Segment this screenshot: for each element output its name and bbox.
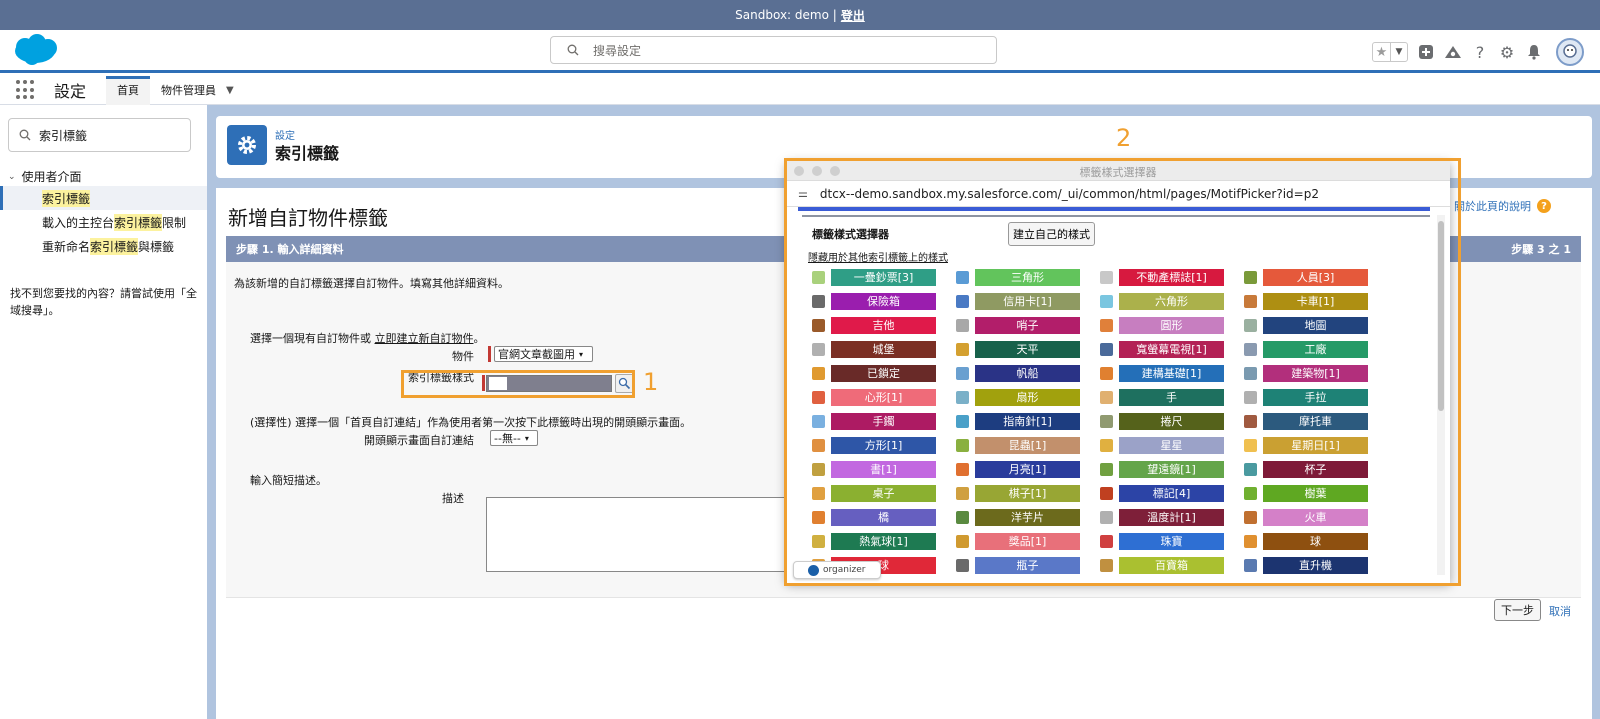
chevron-down-icon: ▾: [524, 433, 529, 443]
help-link[interactable]: 關於此頁的說明 ?: [1454, 198, 1551, 214]
description-label: 描述: [442, 492, 464, 505]
header-utilities: ★ ▼ ? ⚙: [1372, 38, 1584, 66]
step-title: 步驟 1. 輸入詳細資料: [236, 243, 344, 256]
help-link-label: 關於此頁的說明: [1454, 200, 1531, 213]
chevron-down-icon[interactable]: ⌄: [8, 172, 16, 182]
create-new-object-link[interactable]: 立即建立新自訂物件: [375, 332, 474, 345]
splash-select-value: --無--: [494, 432, 521, 445]
organizer-label: organizer: [823, 565, 866, 575]
help-icon: ?: [1537, 199, 1551, 213]
salesforce-logo[interactable]: [10, 33, 60, 67]
sidebar-item-label-highlight: 索引標籤: [114, 213, 163, 231]
global-search-input[interactable]: 搜尋設定: [550, 36, 997, 64]
sidebar-item-label-before: 載入的主控台: [42, 215, 115, 230]
tab-object-manager[interactable]: 物件管理員 ▼: [150, 76, 245, 105]
search-icon: [567, 44, 579, 56]
sidebar-item-label: 索引標籤: [42, 189, 91, 207]
bell-icon[interactable]: [1525, 43, 1543, 61]
favorites-group: ★ ▼: [1372, 42, 1408, 62]
sandbox-bar: Sandbox: demo | 登出: [0, 0, 1600, 30]
annotation-number-2: 2: [1116, 124, 1132, 152]
help-icon[interactable]: ?: [1471, 43, 1489, 62]
app-nav-bar: 設定 首頁 物件管理員 ▼: [0, 75, 1600, 105]
sidebar-item-label-after: 限制: [162, 215, 187, 230]
tree-section-user-interface[interactable]: ⌄ 使用者介面: [8, 168, 82, 185]
logout-link[interactable]: 登出: [841, 7, 865, 24]
next-button[interactable]: 下一步: [1494, 599, 1541, 621]
app-name: 設定: [54, 82, 87, 101]
chevron-down-icon[interactable]: ▼: [226, 85, 234, 96]
description-prompt: 輸入簡短描述。: [250, 474, 327, 487]
choose-prefix: 選擇一個現有自訂物件或: [250, 332, 371, 345]
annotation-box-1: [401, 370, 635, 398]
chevron-down-icon[interactable]: ▼: [1390, 43, 1407, 61]
splash-select[interactable]: --無-- ▾: [490, 430, 538, 446]
choose-suffix: 。: [473, 332, 485, 345]
sandbox-label: Sandbox: demo |: [735, 8, 837, 22]
chevron-down-icon: ▾: [579, 349, 584, 359]
tree-section-label: 使用者介面: [21, 170, 82, 184]
sidebar-item-label-before: 重新命名: [42, 239, 91, 254]
annotation-box-2: [784, 158, 1461, 586]
gear-icon[interactable]: ⚙: [1498, 43, 1516, 62]
star-icon[interactable]: ★: [1373, 43, 1390, 61]
object-label: 物件: [452, 350, 474, 363]
choose-object-text: 選擇一個現有自訂物件或 立即建立新自訂物件。: [250, 330, 485, 346]
organizer-extension-badge[interactable]: organizer: [793, 561, 881, 579]
sidebar-item-console-tab-limits[interactable]: 載入的主控台 索引標籤 限制: [0, 210, 207, 234]
avatar[interactable]: [1556, 38, 1584, 66]
quick-find-input[interactable]: 索引標籤: [8, 118, 191, 152]
gear-icon: [227, 125, 267, 165]
global-header: 搜尋設定 ★ ▼ ? ⚙: [0, 30, 1600, 73]
splash-label: 開頭顯示畫面自訂連結: [364, 434, 474, 447]
required-indicator: [488, 346, 491, 362]
trailhead-icon[interactable]: [1444, 43, 1462, 61]
object-select-value: 官網文章截圖用: [498, 348, 575, 361]
annotation-number-1: 1: [643, 368, 659, 396]
search-placeholder: 搜尋設定: [593, 43, 642, 58]
tab-object-manager-label: 物件管理員: [161, 84, 217, 97]
quick-find-value: 索引標籤: [39, 128, 88, 143]
description-textarea[interactable]: [486, 497, 786, 572]
app-launcher-icon[interactable]: [16, 80, 36, 100]
not-found-hint: 找不到您要找的內容？請嘗試使用「全域搜尋」。: [10, 287, 197, 317]
sidebar-item-label-highlight: 索引標籤: [90, 237, 139, 255]
search-icon: [19, 129, 31, 141]
page-heading: 新增自訂物件標籤: [228, 206, 388, 230]
sidebar-item-label-after: 與標籤: [138, 239, 175, 254]
setup-sidebar: 索引標籤 ⌄ 使用者介面 索引標籤 載入的主控台 索引標籤 限制 重新命名 索引標籤與…: [0, 105, 207, 719]
sidebar-item-tabs[interactable]: 索引標籤: [0, 186, 207, 210]
step-count: 步驟 3 之 1: [1511, 243, 1571, 256]
sidebar-item-rename-tabs-labels[interactable]: 重新命名 索引標籤 與標籤: [0, 234, 207, 258]
cancel-link[interactable]: 取消: [1549, 603, 1571, 619]
object-select[interactable]: 官網文章截圖用 ▾: [494, 346, 593, 362]
tab-home[interactable]: 首頁: [106, 75, 151, 105]
instructions-text: 為該新增的自訂標籤選擇自訂物件。填寫其他詳細資料。: [234, 277, 509, 290]
organizer-icon: [808, 564, 819, 576]
tab-home-label: 首頁: [117, 84, 140, 97]
global-actions-icon[interactable]: [1417, 43, 1435, 61]
page-title: 索引標籤: [275, 144, 340, 163]
optional-splash-text: (選擇性) 選擇一個「首頁自訂連結」作為使用者第一次按下此標籤時出現的開頭顯示畫…: [250, 416, 692, 429]
